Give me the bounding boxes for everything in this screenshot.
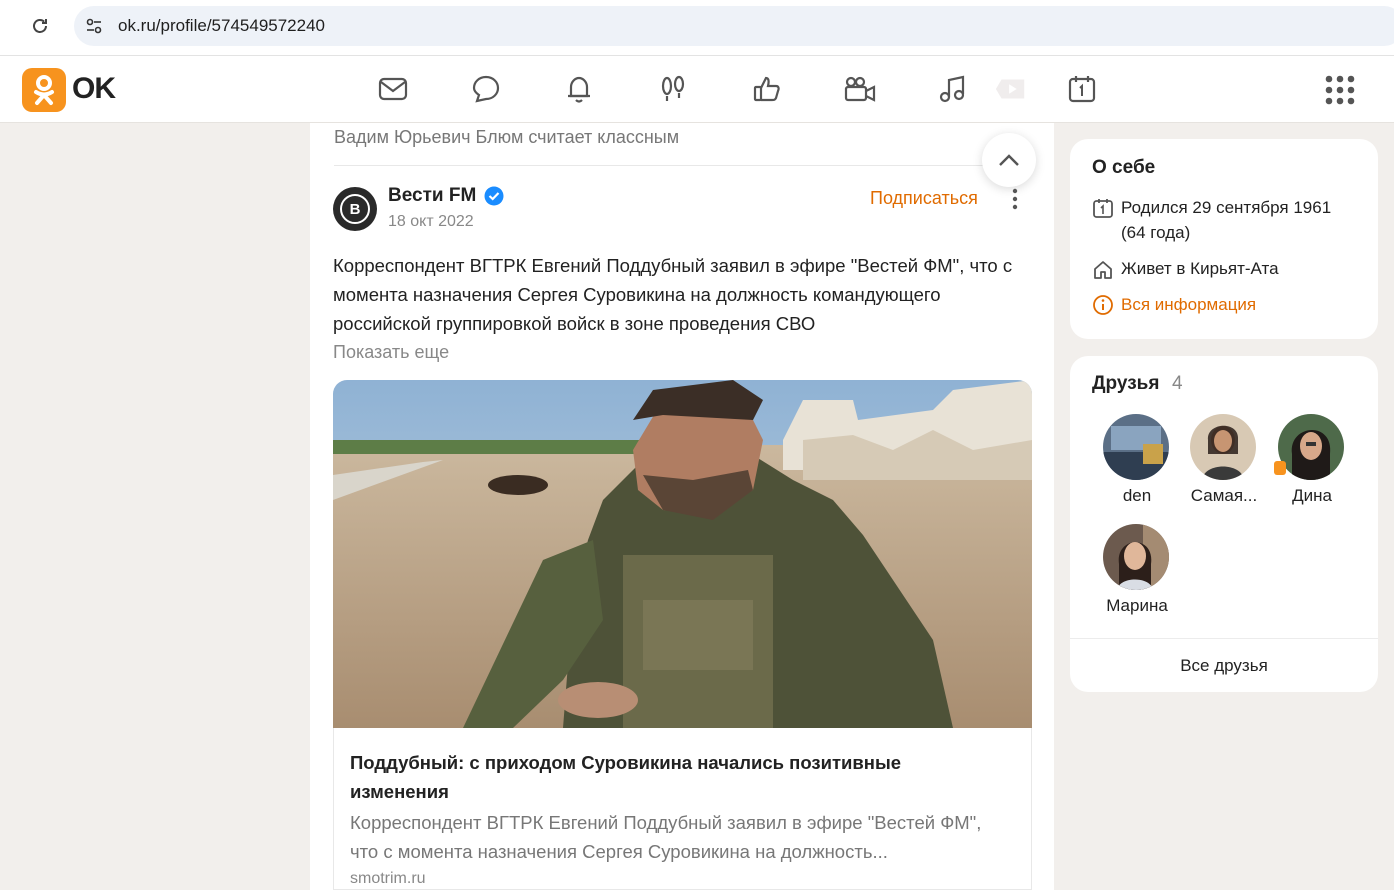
chevron-up-icon xyxy=(999,154,1019,166)
apps-grid-icon[interactable] xyxy=(1324,74,1356,106)
guests-icon[interactable] xyxy=(656,72,690,106)
show-more-link[interactable]: Показать еще xyxy=(333,342,449,363)
link-preview[interactable]: Поддубный: с приходом Суровикина началис… xyxy=(333,728,1032,890)
video-icon[interactable] xyxy=(994,72,1028,106)
camera-icon[interactable] xyxy=(843,72,877,106)
friend-item[interactable]: Самая... xyxy=(1179,414,1269,514)
post-text: Корреспондент ВГТРК Евгений Поддубный за… xyxy=(333,255,1013,334)
link-title[interactable]: Поддубный: с приходом Суровикина началис… xyxy=(350,748,990,806)
friend-name[interactable]: den xyxy=(1092,486,1182,506)
age: (64 года) xyxy=(1121,223,1191,242)
reload-icon[interactable] xyxy=(28,14,52,38)
friend-item[interactable]: Марина xyxy=(1092,524,1182,624)
avatar-initial: В xyxy=(340,194,370,224)
site-header: OK xyxy=(0,56,1394,123)
verified-icon xyxy=(484,186,504,206)
friend-name[interactable]: Марина xyxy=(1092,596,1182,616)
online-badge xyxy=(1274,461,1286,475)
friend-name[interactable]: Дина xyxy=(1267,486,1357,506)
browser-toolbar: ok.ru/profile/574549572240 xyxy=(0,0,1394,56)
address-bar[interactable]: ok.ru/profile/574549572240 xyxy=(74,6,1394,46)
birth-date: Родился 29 сентября 1961 xyxy=(1121,198,1332,217)
post-date[interactable]: 18 окт 2022 xyxy=(388,213,474,231)
friends-count: 4 xyxy=(1172,373,1183,394)
friend-item[interactable]: den xyxy=(1092,414,1182,514)
calendar-icon[interactable] xyxy=(1065,72,1099,106)
home-icon xyxy=(1092,259,1114,281)
link-source[interactable]: smotrim.ru xyxy=(350,870,426,888)
friend-item[interactable]: Дина xyxy=(1267,414,1357,514)
avatar[interactable] xyxy=(1190,414,1256,480)
avatar[interactable] xyxy=(1103,524,1169,590)
chat-icon[interactable] xyxy=(469,72,503,106)
ok-logo-icon[interactable] xyxy=(22,68,66,112)
more-options-icon[interactable] xyxy=(1010,187,1020,211)
url-text: ok.ru/profile/574549572240 xyxy=(118,16,325,35)
like-icon[interactable] xyxy=(750,72,784,106)
logo-text[interactable]: OK xyxy=(72,72,116,106)
avatar[interactable] xyxy=(1278,414,1344,480)
friend-name[interactable]: Самая... xyxy=(1179,486,1269,506)
bell-icon[interactable] xyxy=(562,72,596,106)
author-name[interactable]: Вести FM xyxy=(388,185,476,207)
divider xyxy=(1070,638,1378,639)
location: Живет в Кирьят-Ата xyxy=(1121,259,1279,278)
friends-card: Друзья 4 den Самая... Дина Марина Все др… xyxy=(1070,356,1378,692)
link-description: Корреспондент ВГТРК Евгений Поддубный за… xyxy=(350,812,982,862)
post-image[interactable] xyxy=(333,380,1032,728)
info-icon[interactable] xyxy=(1092,294,1114,316)
music-icon[interactable] xyxy=(936,72,970,106)
about-card: О себе Родился 29 сентября 1961 (64 года… xyxy=(1070,139,1378,339)
subscribe-button[interactable]: Подписаться xyxy=(870,188,978,209)
mail-icon[interactable] xyxy=(376,72,410,106)
friends-title[interactable]: Друзья xyxy=(1092,373,1159,395)
calendar-icon xyxy=(1092,197,1114,219)
about-title: О себе xyxy=(1092,157,1156,178)
feed-card: Вадим Юрьевич Блюм считает классным В Ве… xyxy=(310,123,1054,890)
liked-by-text[interactable]: Вадим Юрьевич Блюм считает классным xyxy=(334,127,679,148)
site-settings-icon[interactable] xyxy=(84,16,104,36)
all-info-link[interactable]: Вся информация xyxy=(1121,292,1256,317)
author-avatar[interactable]: В xyxy=(333,187,377,231)
scroll-up-button[interactable] xyxy=(982,133,1036,187)
all-friends-link[interactable]: Все друзья xyxy=(1070,656,1378,676)
divider xyxy=(334,165,1030,166)
avatar[interactable] xyxy=(1103,414,1169,480)
